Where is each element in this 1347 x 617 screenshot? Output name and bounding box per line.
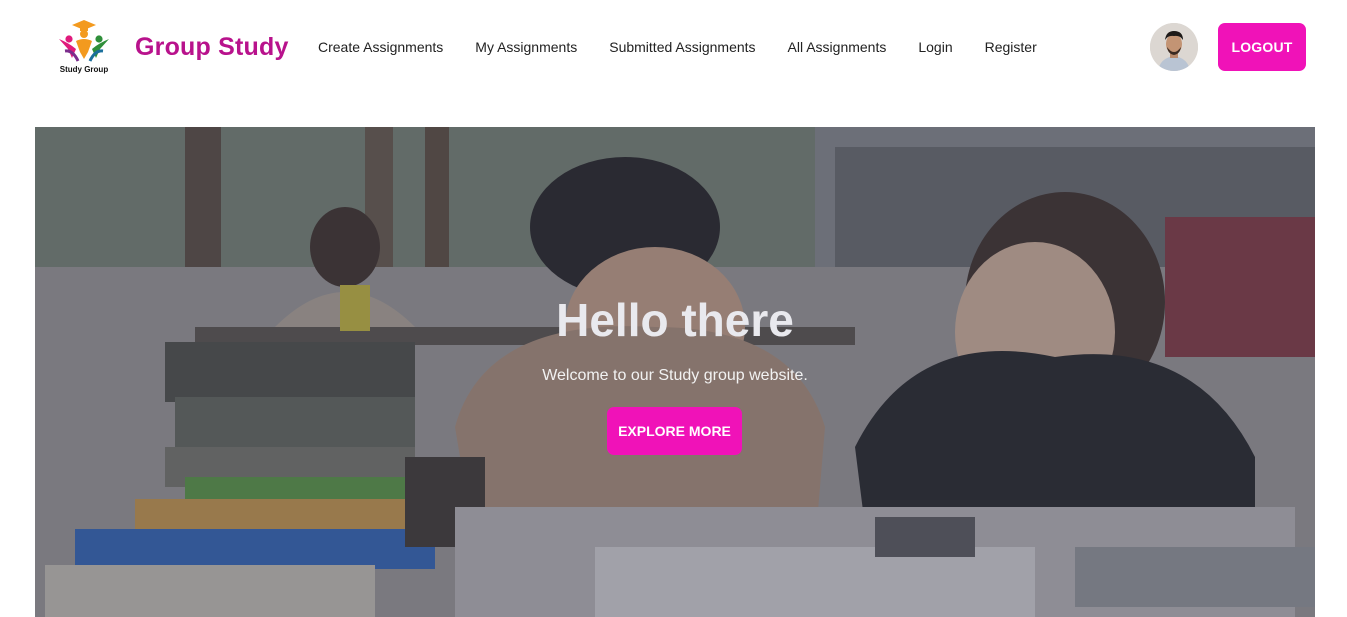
hero-title: Hello there — [556, 294, 794, 346]
explore-more-button[interactable]: EXPLORE MORE — [607, 407, 742, 455]
nav-link-my-assignments[interactable]: My Assignments — [475, 39, 577, 55]
nav-link-create-assignments[interactable]: Create Assignments — [318, 39, 443, 55]
nav-link-all-assignments[interactable]: All Assignments — [788, 39, 887, 55]
main-nav: Create Assignments My Assignments Submit… — [318, 39, 1069, 55]
hero-content: Hello there Welcome to our Study group w… — [35, 127, 1315, 617]
study-group-logo-icon — [59, 20, 109, 62]
nav-link-login[interactable]: Login — [918, 39, 952, 55]
user-avatar-image — [1150, 23, 1198, 71]
hero-subtitle: Welcome to our Study group website. — [542, 367, 808, 384]
logo[interactable]: Study Group — [55, 19, 113, 75]
logout-button[interactable]: LOGOUT — [1218, 23, 1306, 71]
nav-link-register[interactable]: Register — [985, 39, 1037, 55]
user-avatar[interactable] — [1150, 23, 1198, 71]
logo-caption: Study Group — [59, 65, 109, 74]
brand-name[interactable]: Group Study — [135, 33, 289, 62]
navbar: Study Group Group Study Create Assignmen… — [0, 0, 1347, 94]
hero-banner: Hello there Welcome to our Study group w… — [35, 127, 1315, 617]
nav-link-submitted-assignments[interactable]: Submitted Assignments — [609, 39, 755, 55]
